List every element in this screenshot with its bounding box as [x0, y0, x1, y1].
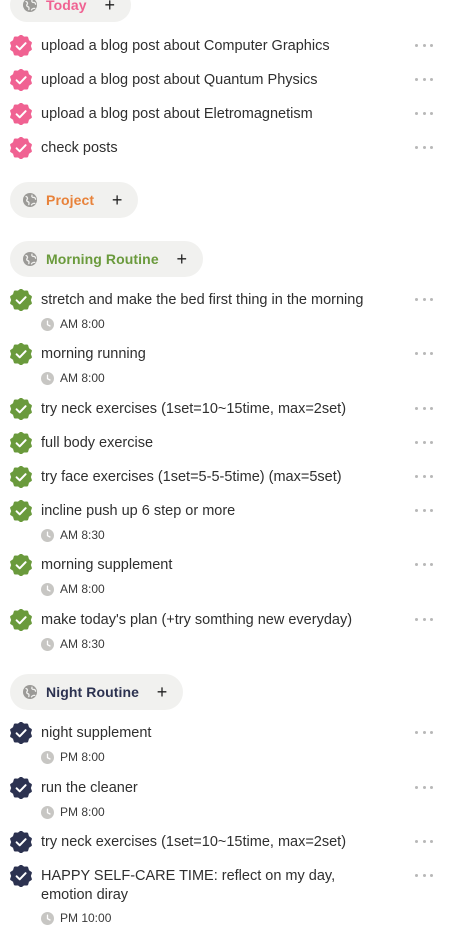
- task-checkbox[interactable]: [10, 342, 32, 366]
- task-time: AM 8:30: [41, 637, 105, 651]
- section-header-morning[interactable]: Morning Routine +: [10, 241, 203, 277]
- add-task-today-button[interactable]: +: [101, 0, 119, 14]
- task-title[interactable]: upload a blog post about Computer Graphi…: [41, 37, 401, 56]
- more-options-icon[interactable]: [415, 142, 433, 152]
- task-title[interactable]: incline push up 6 step or more: [41, 502, 401, 521]
- task-title[interactable]: full body exercise: [41, 434, 401, 453]
- section-title-night: Night Routine: [46, 684, 140, 700]
- add-task-night-button[interactable]: +: [153, 683, 171, 701]
- more-options-icon[interactable]: [415, 471, 433, 481]
- task-checkbox[interactable]: [10, 608, 32, 632]
- more-options-icon[interactable]: [415, 403, 433, 413]
- task-checkbox[interactable]: [10, 431, 32, 455]
- more-options-icon[interactable]: [415, 108, 433, 118]
- globe-icon: [22, 251, 38, 267]
- clock-icon: [41, 750, 54, 764]
- more-options-icon[interactable]: [415, 40, 433, 50]
- section-title-today: Today: [46, 0, 87, 13]
- globe-icon: [22, 0, 38, 13]
- task-time: AM 8:30: [41, 528, 105, 542]
- task-checkbox[interactable]: [10, 499, 32, 523]
- add-task-morning-button[interactable]: +: [173, 250, 191, 268]
- task-checkbox[interactable]: [10, 68, 32, 92]
- task-title[interactable]: HAPPY SELF-CARE TIME: reflect on my day,…: [41, 867, 371, 905]
- task-checkbox[interactable]: [10, 553, 32, 577]
- more-options-icon[interactable]: [415, 74, 433, 84]
- task-checkbox[interactable]: [10, 465, 32, 489]
- more-options-icon[interactable]: [415, 505, 433, 515]
- more-options-icon[interactable]: [415, 559, 433, 569]
- more-options-icon[interactable]: [415, 782, 433, 792]
- task-checkbox[interactable]: [10, 830, 32, 854]
- more-options-icon[interactable]: [415, 294, 433, 304]
- clock-icon: [41, 528, 54, 542]
- task-time: AM 8:00: [41, 317, 105, 331]
- task-time: AM 8:00: [41, 371, 105, 385]
- clock-icon: [41, 371, 54, 385]
- task-time: PM 8:00: [41, 805, 105, 819]
- task-checkbox[interactable]: [10, 864, 32, 888]
- globe-icon: [22, 192, 38, 208]
- task-title[interactable]: upload a blog post about Quantum Physics: [41, 71, 401, 90]
- task-title[interactable]: try face exercises (1set=5-5-5time) (max…: [41, 468, 401, 487]
- task-time: PM 10:00: [41, 911, 111, 925]
- task-title[interactable]: check posts: [41, 139, 401, 158]
- task-title[interactable]: stretch and make the bed first thing in …: [41, 291, 401, 310]
- task-checkbox[interactable]: [10, 721, 32, 745]
- task-checkbox[interactable]: [10, 102, 32, 126]
- clock-icon: [41, 805, 54, 819]
- task-checkbox[interactable]: [10, 34, 32, 58]
- clock-icon: [41, 317, 54, 331]
- section-header-today[interactable]: Today +: [10, 0, 131, 22]
- clock-icon: [41, 911, 54, 925]
- task-title[interactable]: night supplement: [41, 724, 401, 743]
- task-title[interactable]: morning running: [41, 345, 401, 364]
- more-options-icon[interactable]: [415, 437, 433, 447]
- task-checkbox[interactable]: [10, 776, 32, 800]
- more-options-icon[interactable]: [415, 348, 433, 358]
- task-title[interactable]: upload a blog post about Eletromagnetism: [41, 105, 401, 124]
- task-checkbox[interactable]: [10, 288, 32, 312]
- section-title-morning: Morning Routine: [46, 251, 159, 267]
- more-options-icon[interactable]: [415, 727, 433, 737]
- globe-icon: [22, 684, 38, 700]
- task-checkbox[interactable]: [10, 397, 32, 421]
- task-title[interactable]: morning supplement: [41, 556, 401, 575]
- more-options-icon[interactable]: [415, 614, 433, 624]
- clock-icon: [41, 582, 54, 596]
- section-header-project[interactable]: Project +: [10, 182, 139, 218]
- task-time: PM 8:00: [41, 750, 105, 764]
- task-title[interactable]: try neck exercises (1set=10~15time, max=…: [41, 400, 401, 419]
- add-task-project-button[interactable]: +: [108, 191, 126, 209]
- more-options-icon[interactable]: [415, 836, 433, 846]
- section-header-night[interactable]: Night Routine +: [10, 674, 184, 710]
- more-options-icon[interactable]: [415, 870, 433, 880]
- section-title-project: Project: [46, 192, 95, 208]
- task-time: AM 8:00: [41, 582, 105, 596]
- task-title[interactable]: run the cleaner: [41, 779, 401, 798]
- task-title[interactable]: try neck exercises (1set=10~15time, max=…: [41, 833, 401, 852]
- task-title[interactable]: make today's plan (+try somthing new eve…: [41, 611, 401, 630]
- task-checkbox[interactable]: [10, 136, 32, 160]
- clock-icon: [41, 637, 54, 651]
